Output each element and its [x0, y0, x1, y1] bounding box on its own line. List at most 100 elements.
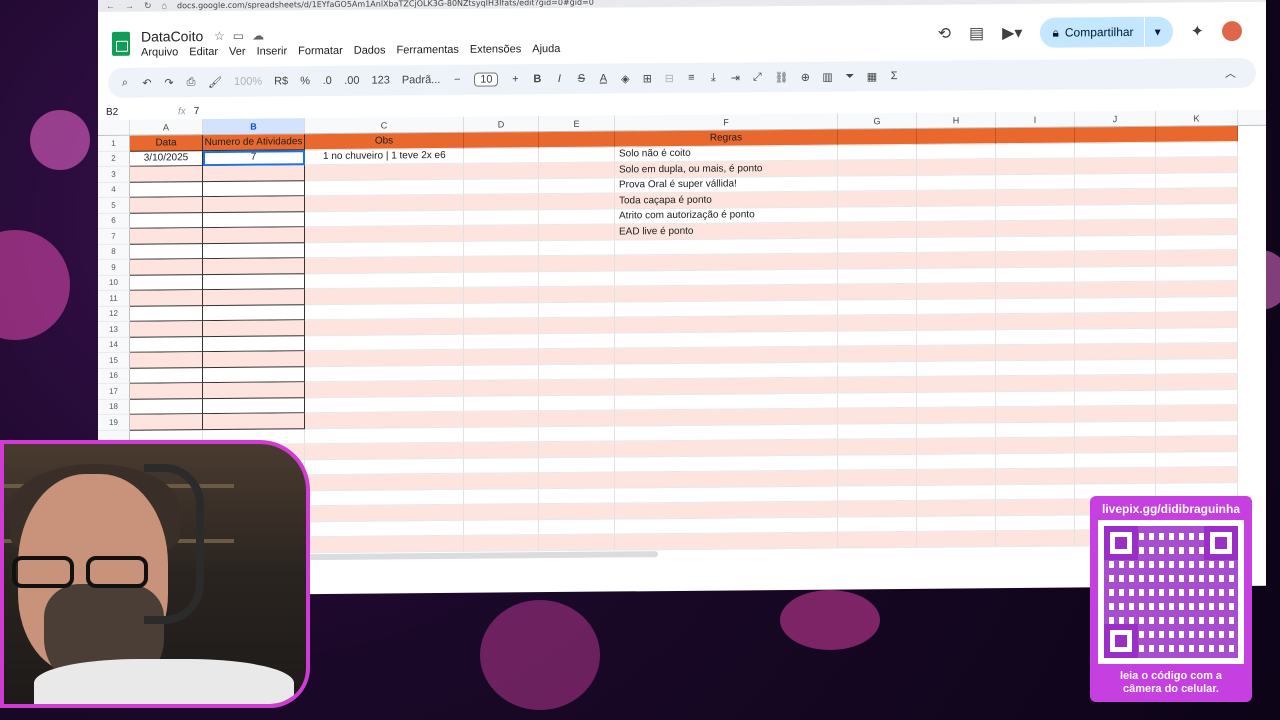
cell-b2-selected[interactable]: 7 [203, 149, 305, 167]
cell-g15[interactable] [838, 345, 917, 363]
cell-k11[interactable] [1156, 281, 1238, 298]
cell-c14[interactable] [305, 334, 464, 352]
cell-i17[interactable] [996, 375, 1075, 392]
row-number[interactable]: 1 [98, 135, 130, 152]
cell-g8[interactable] [838, 237, 917, 254]
cell-g6[interactable] [838, 206, 917, 223]
cell-i22[interactable] [996, 452, 1075, 470]
cell-c21[interactable] [305, 442, 464, 460]
cell-a2[interactable]: 3/10/2025 [130, 150, 203, 167]
cell-j5[interactable] [1075, 188, 1156, 205]
cell-e22[interactable] [539, 456, 615, 474]
row-number[interactable]: 4 [98, 182, 130, 198]
cell-e11[interactable] [539, 286, 615, 303]
cell-j21[interactable] [1075, 436, 1156, 453]
gemini-sparkle-icon[interactable]: ✦ [1191, 21, 1204, 41]
cell-i26[interactable] [996, 514, 1075, 532]
menu-item-ajuda[interactable]: Ajuda [532, 43, 560, 55]
cell-a5[interactable] [130, 197, 203, 214]
italic-button[interactable]: I [554, 73, 564, 85]
comments-icon[interactable]: ▤ [969, 23, 984, 43]
cell-a13[interactable] [130, 321, 203, 338]
cell-k14[interactable] [1156, 327, 1238, 344]
cell-a6[interactable] [130, 212, 203, 229]
cell-g27[interactable] [838, 531, 917, 549]
cell-e10[interactable] [539, 270, 615, 288]
cell-i4[interactable] [996, 173, 1075, 191]
back-icon[interactable]: ← [106, 1, 115, 11]
cell-h10[interactable] [917, 267, 996, 284]
column-header-c[interactable]: C [305, 116, 464, 134]
cell-h4[interactable] [917, 174, 996, 191]
font-size-decrease-icon[interactable]: − [452, 74, 462, 86]
cell-d11[interactable] [464, 287, 539, 304]
cell-g3[interactable] [838, 159, 917, 177]
cell-i16[interactable] [996, 359, 1075, 377]
cell-d19[interactable] [464, 411, 539, 428]
cell-c22[interactable] [305, 458, 464, 476]
cell-d2[interactable] [464, 147, 539, 164]
row-number[interactable]: 12 [98, 306, 130, 322]
cell-g13[interactable] [838, 314, 917, 332]
merge-cells-icon[interactable]: ⊟ [664, 71, 674, 84]
cell-g22[interactable] [838, 454, 917, 471]
cell-b5[interactable] [203, 196, 305, 213]
cell-e4[interactable] [539, 177, 615, 195]
cell-d5[interactable] [464, 194, 539, 211]
cell-c11[interactable] [305, 287, 464, 305]
cell-e12[interactable] [539, 301, 615, 319]
column-header-e[interactable]: E [539, 115, 615, 132]
cell-d13[interactable] [464, 318, 539, 335]
move-folder-icon[interactable]: ▭ [233, 29, 244, 43]
cell-g10[interactable] [838, 268, 917, 285]
cell-i15[interactable] [996, 344, 1075, 361]
cell-k15[interactable] [1156, 343, 1238, 360]
cell-c16[interactable] [305, 365, 464, 383]
cell-j8[interactable] [1075, 235, 1156, 252]
cell-c1[interactable]: Obs [305, 132, 464, 150]
cell-e19[interactable] [539, 410, 615, 427]
cell-i27[interactable] [996, 530, 1075, 547]
cell-e15[interactable] [539, 348, 615, 365]
cell-a7[interactable] [130, 228, 203, 245]
cell-e9[interactable] [539, 255, 615, 272]
redo-icon[interactable]: ↷ [164, 76, 174, 89]
cell-e2[interactable] [539, 146, 615, 164]
cell-g9[interactable] [838, 252, 917, 270]
cell-d24[interactable] [464, 488, 539, 505]
cell-i14[interactable] [996, 328, 1075, 346]
cell-b7[interactable] [203, 227, 305, 244]
horizontal-scrollbar[interactable] [308, 551, 658, 561]
cell-c8[interactable] [305, 241, 464, 259]
cell-h8[interactable] [917, 236, 996, 253]
cell-b15[interactable] [203, 351, 305, 368]
cell-c26[interactable] [305, 520, 464, 538]
cell-g18[interactable] [838, 392, 917, 409]
row-number[interactable]: 6 [98, 213, 130, 229]
cell-a11[interactable] [130, 290, 203, 307]
cell-b17[interactable] [203, 382, 305, 399]
reload-icon[interactable]: ↻ [144, 0, 152, 11]
cell-d10[interactable] [464, 271, 539, 288]
cell-i8[interactable] [996, 235, 1075, 253]
cell-i2[interactable] [996, 142, 1075, 160]
cell-d25[interactable] [464, 504, 539, 521]
cell-h9[interactable] [917, 252, 996, 269]
cell-c2[interactable]: 1 no chuveiro | 1 teve 2x e6 [305, 148, 464, 166]
name-box[interactable]: B2 [98, 106, 170, 118]
cell-k10[interactable] [1156, 265, 1238, 282]
cell-a1[interactable]: Data [130, 135, 203, 152]
cell-j4[interactable] [1075, 173, 1156, 190]
cell-a14[interactable] [130, 336, 203, 353]
filter-views-icon[interactable]: ▦ [867, 70, 877, 83]
cell-i10[interactable] [996, 266, 1075, 284]
cell-a10[interactable] [130, 274, 203, 291]
cell-d16[interactable] [464, 364, 539, 381]
formula-input[interactable]: 7 [194, 106, 200, 117]
cell-k9[interactable] [1156, 250, 1238, 267]
cloud-status-icon[interactable]: ☁ [252, 29, 264, 43]
cell-g11[interactable] [838, 283, 917, 301]
cell-i12[interactable] [996, 297, 1075, 315]
cell-i1[interactable] [996, 127, 1075, 144]
cell-i9[interactable] [996, 251, 1075, 268]
